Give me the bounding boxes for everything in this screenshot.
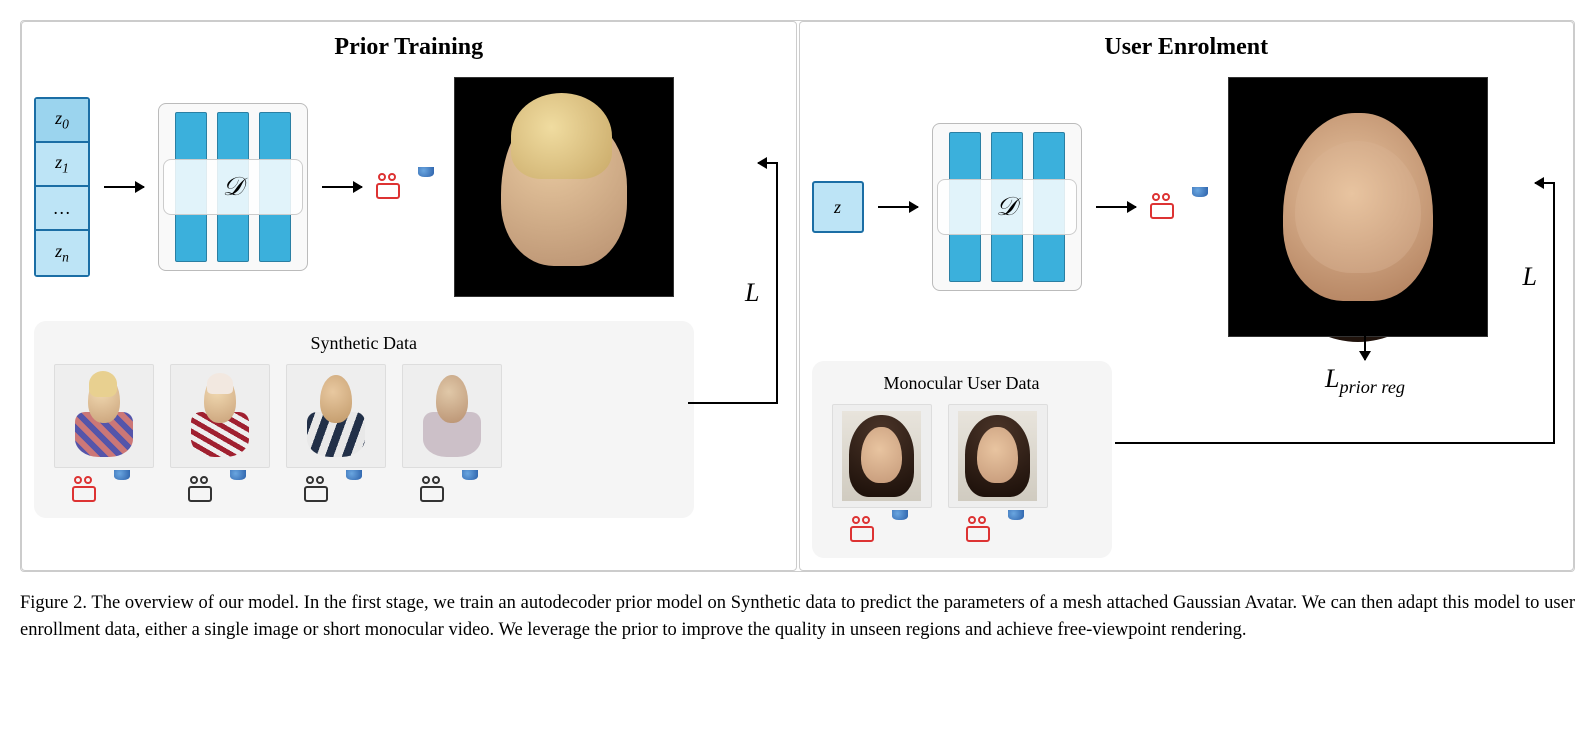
latent-z-sym: z bbox=[834, 197, 841, 218]
prior-training-title: Prior Training bbox=[34, 34, 784, 61]
latent-code-stack: z0 z1 … zn bbox=[34, 97, 90, 277]
decoder-label: 𝒟 bbox=[163, 159, 303, 215]
rendered-head-profile bbox=[501, 108, 627, 266]
loss-L-left: L bbox=[745, 278, 759, 308]
arrow-down-icon bbox=[1364, 330, 1366, 360]
render-inputs-left bbox=[376, 171, 440, 203]
rendered-avatar-right bbox=[1228, 77, 1488, 337]
arrow-decoder-to-output bbox=[1096, 206, 1136, 208]
loss-prior-reg-box: Lprior reg bbox=[1325, 330, 1405, 398]
arrow-latent-to-decoder bbox=[104, 186, 144, 188]
decoder-right: 𝒟 bbox=[932, 123, 1082, 291]
head-mesh-icon bbox=[1002, 514, 1030, 546]
loss-prior-reg-sub: prior reg bbox=[1339, 377, 1405, 397]
camera-icon bbox=[966, 518, 996, 542]
user-sample bbox=[948, 404, 1048, 546]
figure-number: Figure 2. bbox=[20, 593, 87, 613]
synthetic-sample-img bbox=[286, 364, 386, 468]
user-sample-img bbox=[832, 404, 932, 508]
decoder-label: 𝒟 bbox=[937, 179, 1077, 235]
head-mesh-icon bbox=[886, 514, 914, 546]
user-enrolment-title: User Enrolment bbox=[812, 34, 1562, 61]
camera-icon bbox=[72, 478, 102, 502]
arrow-decoder-to-output bbox=[322, 186, 362, 188]
head-mesh-icon bbox=[412, 171, 440, 203]
head-mesh-icon bbox=[456, 474, 484, 506]
latent-z-single: z bbox=[812, 181, 864, 233]
latent-dots: … bbox=[36, 187, 88, 231]
head-mesh-icon bbox=[1186, 191, 1214, 223]
synthetic-sample bbox=[402, 364, 502, 506]
head-mesh-icon bbox=[108, 474, 136, 506]
synthetic-sample-img bbox=[402, 364, 502, 468]
prior-training-panel: Prior Training z0 z1 … zn bbox=[21, 21, 797, 571]
synthetic-sample bbox=[286, 364, 386, 506]
user-data-title: Monocular User Data bbox=[832, 373, 1092, 394]
arrow-latent-to-decoder bbox=[878, 206, 918, 208]
figure-caption-text: The overview of our model. In the first … bbox=[20, 593, 1575, 640]
render-inputs-right bbox=[1150, 191, 1214, 223]
head-mesh-icon bbox=[224, 474, 252, 506]
panels-row: Prior Training z0 z1 … zn bbox=[20, 20, 1575, 572]
latent-zn-sub: n bbox=[62, 249, 69, 264]
loss-prior-reg-L: L bbox=[1325, 364, 1339, 393]
latent-z1-sub: 1 bbox=[62, 160, 69, 175]
synthetic-sample-img bbox=[54, 364, 154, 468]
user-sample-img bbox=[948, 404, 1048, 508]
synthetic-sample bbox=[170, 364, 270, 506]
camera-icon bbox=[1150, 195, 1180, 219]
rendered-head-front bbox=[1283, 113, 1433, 301]
latent-zn: zn bbox=[36, 231, 88, 275]
loss-L-right: L bbox=[1523, 262, 1537, 292]
camera-icon bbox=[304, 478, 334, 502]
prior-pipeline: z0 z1 … zn 𝒟 bbox=[34, 77, 784, 297]
loss-prior-reg-label: Lprior reg bbox=[1325, 364, 1405, 398]
user-data-panel: Monocular User Data bbox=[812, 361, 1112, 558]
user-sample bbox=[832, 404, 932, 546]
camera-icon bbox=[850, 518, 880, 542]
enrolment-pipeline: z 𝒟 bbox=[812, 77, 1562, 337]
synthetic-sample-img bbox=[170, 364, 270, 468]
figure-caption: Figure 2. The overview of our model. In … bbox=[20, 590, 1575, 644]
camera-icon bbox=[376, 175, 406, 199]
synthetic-data-panel: Synthetic Data bbox=[34, 321, 694, 518]
latent-z1: z1 bbox=[36, 143, 88, 187]
camera-icon bbox=[188, 478, 218, 502]
latent-z0-sub: 0 bbox=[62, 116, 69, 131]
synthetic-data-title: Synthetic Data bbox=[54, 333, 674, 354]
rendered-avatar-left bbox=[454, 77, 674, 297]
decoder-left: 𝒟 bbox=[158, 103, 308, 271]
camera-icon bbox=[420, 478, 450, 502]
user-enrolment-panel: User Enrolment z 𝒟 bbox=[799, 21, 1575, 571]
synthetic-sample bbox=[54, 364, 154, 506]
latent-z0: z0 bbox=[36, 99, 88, 143]
head-mesh-icon bbox=[340, 474, 368, 506]
